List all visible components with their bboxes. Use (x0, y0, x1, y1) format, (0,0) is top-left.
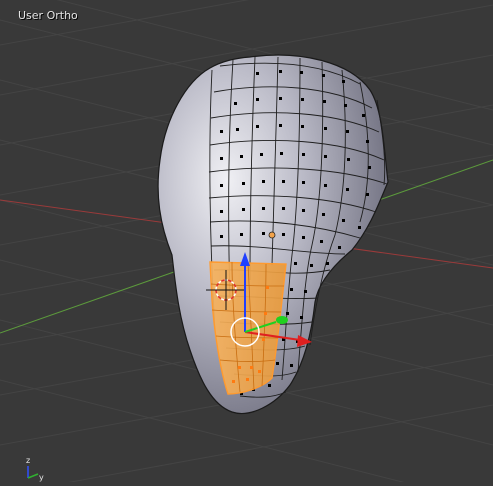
3d-viewport[interactable]: z y User Ortho (0, 0, 493, 486)
axis-z-label: z (26, 456, 30, 465)
axis-y-label: y (39, 473, 44, 482)
viewport-view-label: User Ortho (18, 9, 78, 22)
manipulator-y-arrow[interactable] (276, 316, 288, 324)
axes-widget-icon: z y (26, 456, 44, 482)
viewport-canvas[interactable]: z y (0, 0, 493, 486)
active-vertex-marker (268, 231, 276, 239)
